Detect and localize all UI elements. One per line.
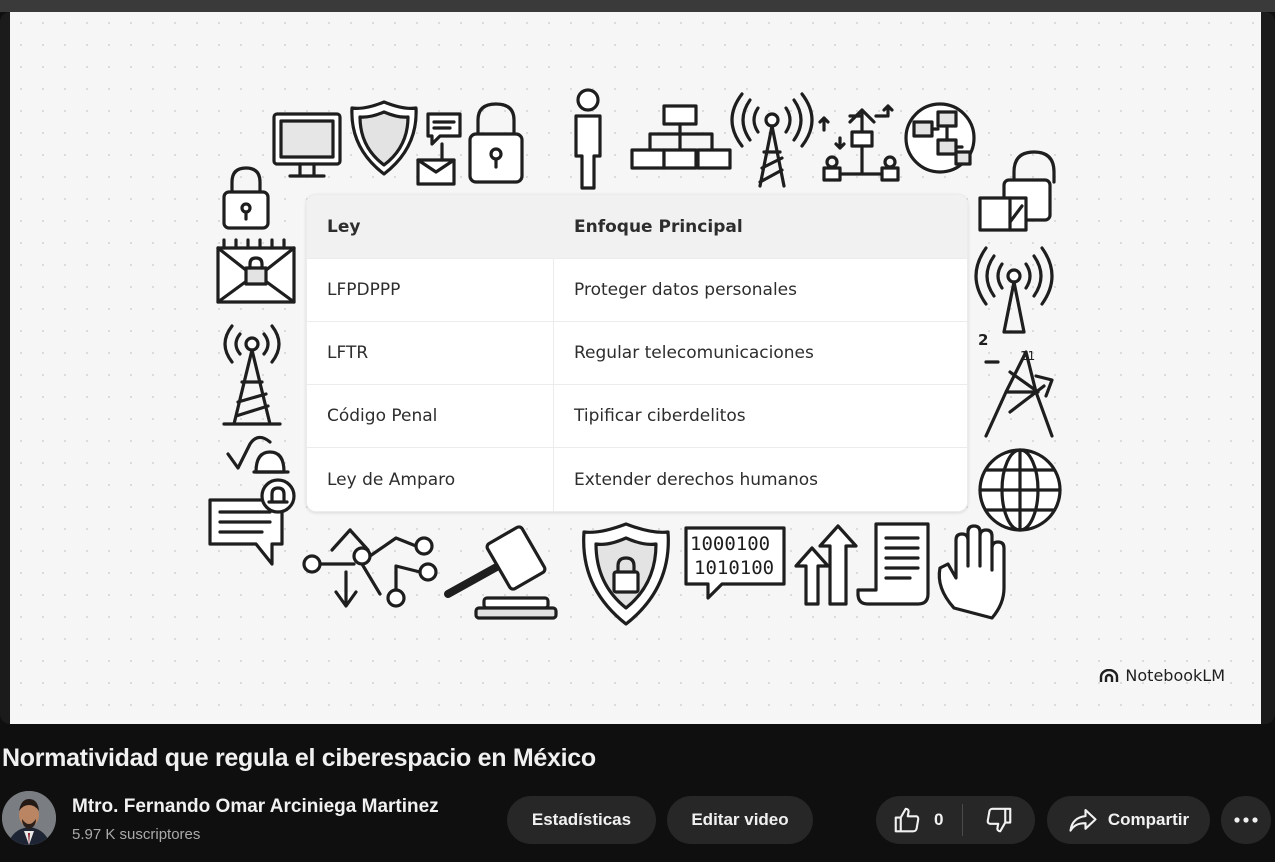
right-padlock-icon xyxy=(978,150,1056,232)
table-header-cell: Enfoque Principal xyxy=(574,216,743,237)
table-row: LFTR Regular telecomunicaciones xyxy=(307,322,967,385)
binary-line-2: 1010100 xyxy=(694,557,774,579)
avatar-portrait xyxy=(2,791,56,845)
table-cell: Código Penal xyxy=(307,385,554,447)
video-slide: 1000100 1010100 2 11 Ley Enfoque Princip… xyxy=(10,12,1261,724)
message-mail-icon xyxy=(416,112,462,186)
like-button[interactable]: 0 xyxy=(876,796,962,844)
padlock-icon xyxy=(468,102,524,184)
subscriber-count: 5.97 K suscriptores xyxy=(72,826,201,843)
globe-network-icon xyxy=(904,102,976,174)
table-row: LFPDPPP Proteger datos personales xyxy=(307,259,967,322)
document-scroll-icon xyxy=(856,522,930,606)
shield-lock-icon xyxy=(582,522,670,626)
channel-avatar[interactable] xyxy=(2,791,56,845)
monitor-icon xyxy=(272,112,342,178)
law-table: Ley Enfoque Principal LFPDPPP Proteger d… xyxy=(306,194,968,512)
check-arrow-icon xyxy=(226,435,290,474)
more-dots-icon xyxy=(1234,817,1258,823)
person-icon xyxy=(574,88,602,190)
thumbs-up-icon xyxy=(894,807,920,833)
growth-arrows-icon xyxy=(794,524,858,606)
chat-notification-icon xyxy=(208,478,296,566)
tower-number-2: 11 xyxy=(1020,349,1035,363)
signal-arrow-icon xyxy=(984,350,1054,438)
table-cell: Extender derechos humanos xyxy=(574,469,819,490)
table-cell: Regular telecomunicaciones xyxy=(574,343,814,363)
table-header-row: Ley Enfoque Principal xyxy=(307,195,967,259)
locked-envelope-icon xyxy=(216,238,296,304)
more-actions-button[interactable] xyxy=(1221,796,1271,844)
right-antenna-tower-icon xyxy=(974,246,1054,334)
share-arrow-icon xyxy=(1069,808,1097,832)
channel-name[interactable]: Mtro. Fernando Omar Arciniega Martinez xyxy=(72,796,439,818)
table-cell: LFTR xyxy=(307,322,554,384)
left-padlock-icon xyxy=(222,166,270,230)
table-row: Ley de Amparo Extender derechos humanos xyxy=(307,448,967,511)
dislike-button[interactable] xyxy=(963,796,1035,844)
video-title: Normatividad que regula el ciberespacio … xyxy=(2,744,596,772)
like-count: 0 xyxy=(934,810,944,829)
left-antenna-tower-icon xyxy=(222,324,282,426)
tower-number-1: 2 xyxy=(978,331,988,349)
table-cell: Proteger datos personales xyxy=(574,280,798,300)
globe-icon xyxy=(978,448,1062,532)
edit-video-button[interactable]: Editar video xyxy=(667,796,813,844)
statistics-button[interactable]: Estadísticas xyxy=(507,796,656,844)
antenna-tower-icon xyxy=(730,92,814,188)
org-chart-icon xyxy=(630,104,732,170)
like-dislike-bar: 0 xyxy=(876,796,1035,844)
video-player[interactable]: 1000100 1010100 2 11 Ley Enfoque Princip… xyxy=(0,12,1275,724)
shield-icon xyxy=(350,100,418,176)
hand-icon xyxy=(937,524,1006,620)
thumbs-down-icon xyxy=(986,807,1012,833)
table-header-cell: Ley xyxy=(327,216,361,237)
table-row: Código Penal Tipificar ciberdelitos xyxy=(307,385,967,448)
share-button[interactable]: Compartir xyxy=(1047,796,1210,844)
notebooklm-logo-icon xyxy=(1100,668,1119,682)
table-cell: Ley de Amparo xyxy=(307,448,554,511)
table-cell: Tipificar ciberdelitos xyxy=(574,406,746,426)
table-cell: LFPDPPP xyxy=(307,259,554,321)
network-arrows-icon xyxy=(818,104,900,182)
brand-name: NotebookLM xyxy=(1125,666,1225,685)
share-label: Compartir xyxy=(1107,810,1190,829)
notebooklm-watermark: NotebookLM xyxy=(1099,666,1225,685)
top-strip xyxy=(0,0,1275,12)
circuit-arrows-icon xyxy=(302,528,438,608)
gavel-icon xyxy=(444,525,558,620)
binary-line-1: 1000100 xyxy=(690,533,770,555)
